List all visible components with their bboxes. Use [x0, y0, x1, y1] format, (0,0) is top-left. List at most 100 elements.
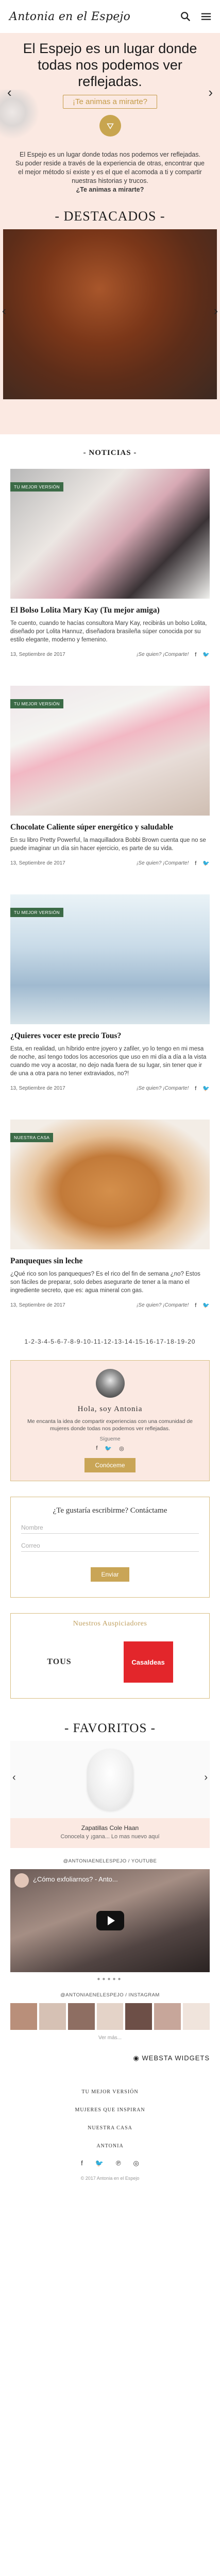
websta-widgets-link[interactable]: ◉ WEBSTA WIDGETS: [0, 2041, 220, 2062]
video-title[interactable]: ¿Cómo exfoliarnos? - Anto...: [33, 1875, 118, 1883]
footer-link[interactable]: TU MEJOR VERSIÓN: [0, 2083, 220, 2101]
post-date: 13, Septiembre de 2017: [10, 860, 65, 866]
footer-link[interactable]: ANTONIA: [0, 2137, 220, 2155]
hero-seal-icon: [99, 115, 121, 137]
casaideas-logo[interactable]: CasaIdeas: [123, 1641, 173, 1683]
post-title[interactable]: El Bolso Lolita Mary Kay (Tu mejor amiga…: [10, 606, 210, 615]
video-pager-dots[interactable]: ●●●●●: [0, 1976, 220, 1982]
play-icon[interactable]: [96, 1911, 124, 1930]
post-comments-link[interactable]: ¡Se quien? ¡Comparte!: [137, 1302, 189, 1308]
favorites-title: - FAVORITOS -: [64, 1721, 156, 1735]
partner-logos: TOUS CasaIdeas: [21, 1641, 199, 1683]
post-date: 13, Septiembre de 2017: [10, 1302, 65, 1308]
facebook-icon[interactable]: f: [81, 2159, 83, 2167]
post-title[interactable]: ¿Quieres vocer este precio Tous?: [10, 1031, 210, 1041]
favorite-name: Zapatillas Cole Haan: [81, 1824, 139, 1832]
search-icon[interactable]: [179, 10, 192, 23]
post-category-tag[interactable]: TU MEJOR VERSIÓN: [10, 699, 63, 708]
channel-avatar: [14, 1873, 29, 1888]
post-card: NUESTRA CASA Panqueques sin leche ¿Qué r…: [10, 1120, 210, 1309]
post-title[interactable]: Panqueques sin leche: [10, 1257, 210, 1266]
avatar: [95, 1369, 125, 1398]
hero-slider: ‹ › El Espejo es un lugar donde todas no…: [0, 33, 220, 146]
contact-widget: ¿Te gustaría escribirme? Contáctame Envi…: [10, 1497, 210, 1598]
post-category-tag[interactable]: TU MEJOR VERSIÓN: [10, 908, 63, 917]
instagram-photo[interactable]: [154, 2003, 181, 2030]
intro-text-block: El Espejo es un lugar donde todas nos po…: [0, 146, 220, 205]
post-image[interactable]: NUESTRA CASA: [10, 1120, 210, 1249]
post-date: 13, Septiembre de 2017: [10, 652, 65, 657]
favorite-next-arrow-icon[interactable]: ›: [204, 1772, 208, 1784]
twitter-icon[interactable]: 🐦: [202, 651, 210, 658]
post-category-tag[interactable]: TU MEJOR VERSIÓN: [10, 482, 63, 492]
instagram-icon[interactable]: ◎: [133, 2159, 139, 2167]
facebook-icon[interactable]: f: [195, 1302, 196, 1309]
favorite-image[interactable]: ‹ ›: [10, 1741, 210, 1818]
instagram-title: @ANTONIAENELESPEJO / INSTAGRAM: [60, 1992, 160, 1998]
hero-prev-arrow-icon[interactable]: ‹: [7, 84, 12, 100]
pinterest-icon[interactable]: ℗: [116, 2159, 121, 2167]
facebook-icon[interactable]: f: [195, 860, 196, 867]
about-title: Hola, soy Antonia: [77, 1405, 143, 1413]
twitter-icon[interactable]: 🐦: [202, 1302, 210, 1309]
post-title[interactable]: Chocolate Caliente súper energético y sa…: [10, 823, 210, 832]
post-comments-link[interactable]: ¡Se quien? ¡Comparte!: [137, 860, 189, 866]
facebook-icon[interactable]: f: [96, 1445, 97, 1452]
post-image[interactable]: TU MEJOR VERSIÓN: [10, 469, 210, 599]
tous-logo[interactable]: TOUS: [47, 1657, 71, 1667]
name-field[interactable]: [21, 1519, 199, 1534]
instagram-photo[interactable]: [67, 2003, 95, 2030]
facebook-icon[interactable]: f: [195, 1086, 196, 1092]
follow-label: Sígueme: [99, 1436, 121, 1442]
pagination[interactable]: 1-2-3-4-5-6-7-8-9-10-11-12-13-14-15-16-1…: [0, 1336, 220, 1360]
favorite-card[interactable]: ‹ › Zapatillas Cole Haan Conocela y ¡gan…: [10, 1741, 210, 1848]
hero-flower-image: [0, 90, 41, 146]
partners-title: Nuestros Auspiciadores: [73, 1620, 147, 1628]
instagram-photo[interactable]: [183, 2003, 210, 2030]
news-title: - NOTICIAS -: [83, 449, 137, 457]
twitter-icon[interactable]: 🐦: [95, 2159, 104, 2167]
instagram-photo[interactable]: [39, 2003, 66, 2030]
post-excerpt: Esta, en realidad, un híbrido entre joye…: [10, 1046, 207, 1077]
twitter-icon[interactable]: 🐦: [202, 1085, 210, 1092]
favorite-subtitle: Conocela y ¡gana... Lo mas nuevo aquí: [60, 1834, 160, 1840]
header-icons: [179, 10, 213, 23]
featured-prev-arrow-icon[interactable]: ‹: [2, 304, 6, 318]
favorite-prev-arrow-icon[interactable]: ‹: [12, 1772, 16, 1784]
about-socials: f 🐦 ◎: [26, 1445, 194, 1452]
twitter-icon[interactable]: 🐦: [105, 1445, 112, 1452]
footer-link[interactable]: MUJERES QUE INSPIRAN: [0, 2101, 220, 2119]
instagram-icon[interactable]: ◎: [119, 1445, 124, 1452]
about-button[interactable]: Conóceme: [84, 1458, 136, 1472]
post-comments-link[interactable]: ¡Se quien? ¡Comparte!: [137, 652, 189, 657]
instagram-grid: [10, 2003, 210, 2030]
websta-label: WEBSTA WIDGETS: [142, 2054, 210, 2062]
post-meta: 13, Septiembre de 2017 ¡Se quien? ¡Compa…: [10, 651, 210, 658]
site-logo[interactable]: Antonia en el Espejo: [9, 10, 130, 23]
twitter-icon[interactable]: 🐦: [202, 860, 210, 867]
intro-bold: ¿Te animas a mirarte?: [76, 186, 144, 193]
instagram-photo[interactable]: [96, 2003, 124, 2030]
instagram-more-link[interactable]: Ver más...: [0, 2035, 220, 2041]
post-image[interactable]: TU MEJOR VERSIÓN: [10, 686, 210, 816]
post-card: TU MEJOR VERSIÓN Chocolate Caliente súpe…: [10, 686, 210, 867]
footer-link[interactable]: NUESTRA CASA: [0, 2119, 220, 2137]
youtube-title: @ANTONIAENELESPEJO / YOUTUBE: [63, 1858, 157, 1864]
featured-image[interactable]: ‹ ›: [2, 229, 218, 399]
menu-icon[interactable]: [199, 10, 213, 23]
post-image[interactable]: TU MEJOR VERSIÓN: [10, 894, 210, 1024]
facebook-icon[interactable]: f: [195, 652, 196, 658]
favorite-caption: Zapatillas Cole Haan Conocela y ¡gana...…: [10, 1818, 210, 1848]
hero-next-arrow-icon[interactable]: ›: [208, 84, 213, 100]
hero-button[interactable]: ¡Te animas a mirarte?: [62, 95, 158, 109]
instagram-photo[interactable]: [10, 2003, 37, 2030]
instagram-photo[interactable]: [125, 2003, 153, 2030]
post-category-tag[interactable]: NUESTRA CASA: [10, 1133, 54, 1142]
youtube-video[interactable]: ¿Cómo exfoliarnos? - Anto...: [10, 1869, 210, 1972]
email-field[interactable]: [21, 1537, 199, 1552]
partners-widget: Nuestros Auspiciadores TOUS CasaIdeas: [10, 1613, 210, 1699]
send-button[interactable]: Enviar: [91, 1567, 129, 1582]
featured-next-arrow-icon[interactable]: ›: [214, 304, 218, 318]
site-footer: TU MEJOR VERSIÓN MUJERES QUE INSPIRAN NU…: [0, 2083, 220, 2191]
post-comments-link[interactable]: ¡Se quien? ¡Comparte!: [137, 1086, 189, 1091]
